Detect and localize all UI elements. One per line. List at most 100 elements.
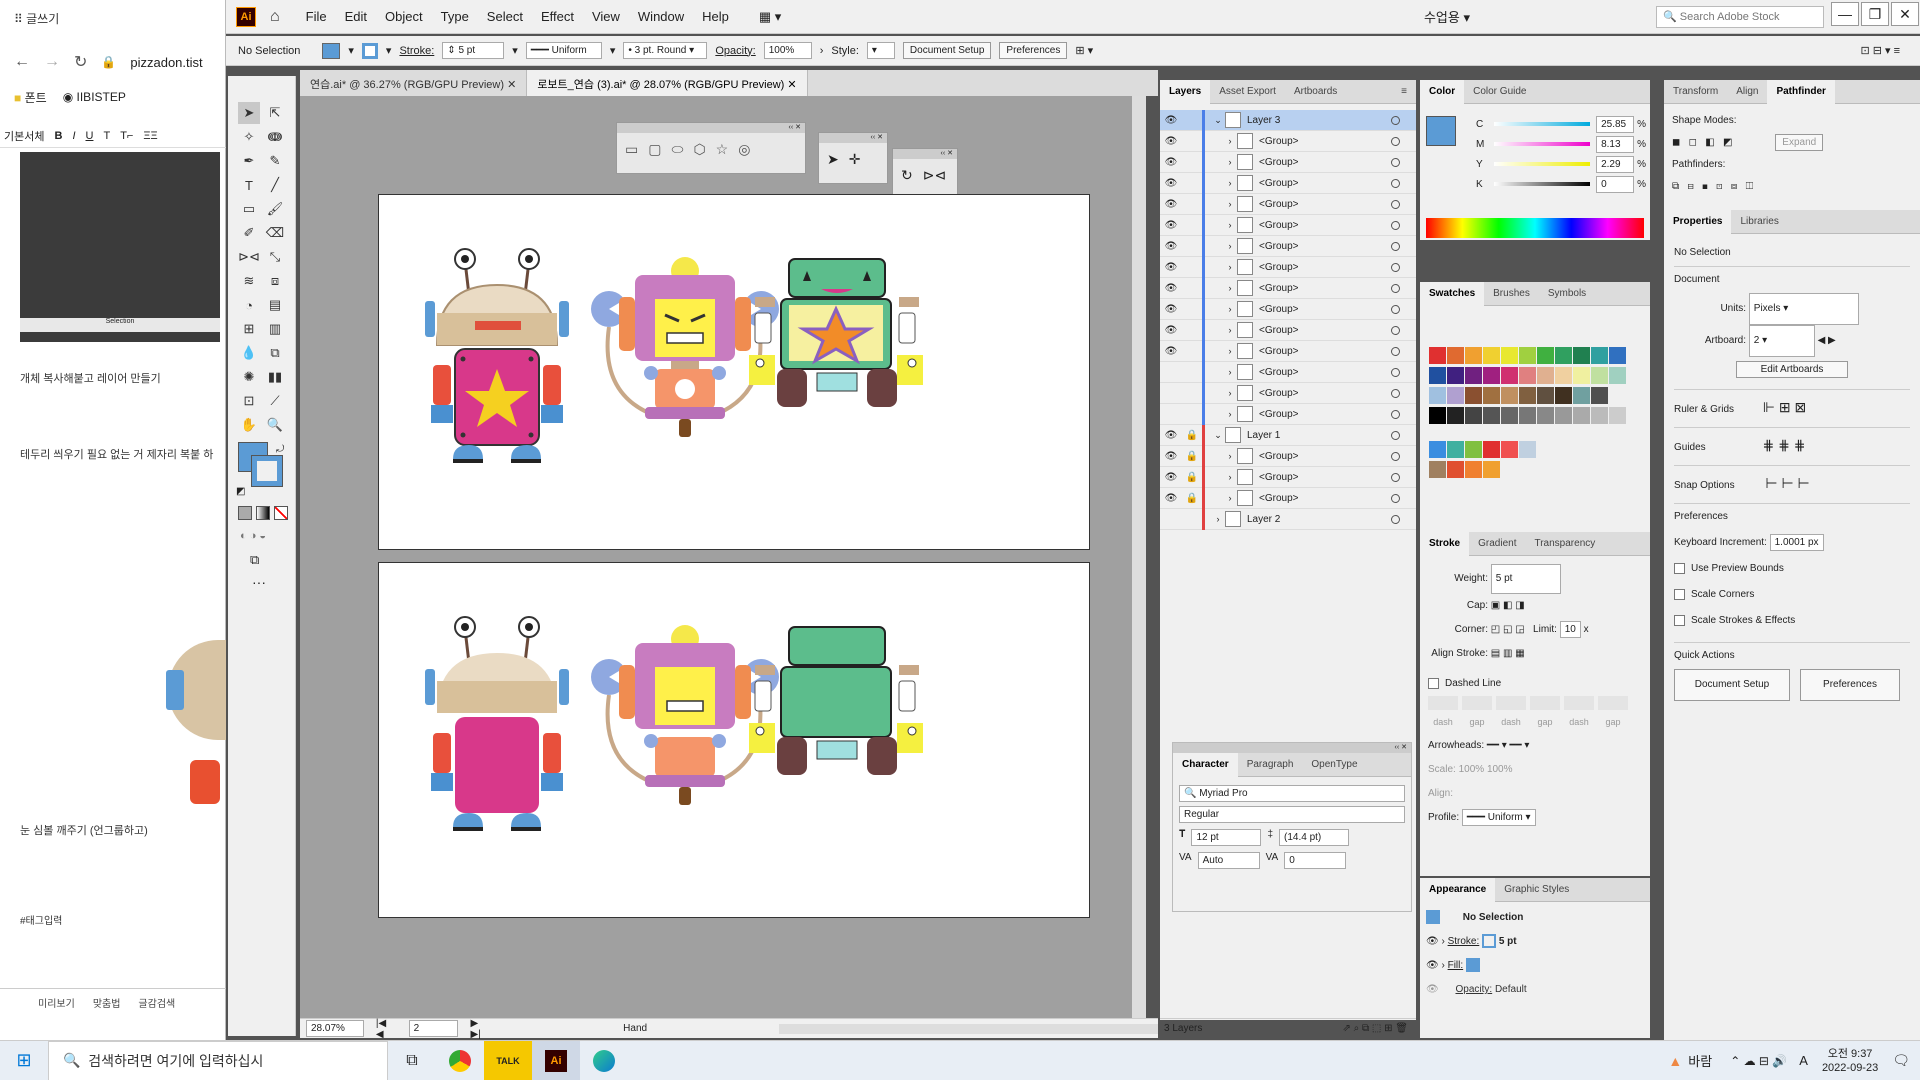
- tab-align[interactable]: Align: [1727, 80, 1767, 104]
- layer-row[interactable]: 👁 › <Group>: [1160, 214, 1416, 236]
- dashed-line-checkbox[interactable]: [1428, 677, 1439, 689]
- eye-icon[interactable]: 👁: [1426, 960, 1439, 971]
- underline-button[interactable]: U: [86, 130, 94, 142]
- chevron-icon[interactable]: ›: [1223, 304, 1237, 314]
- star-icon[interactable]: ☆: [716, 141, 729, 158]
- material-search-button[interactable]: 글감검색: [138, 995, 175, 1010]
- appearance-fill-swatch[interactable]: [1465, 958, 1480, 973]
- textcolor-button[interactable]: T⌐: [120, 130, 133, 142]
- swatch[interactable]: [1483, 387, 1500, 404]
- swatch-gray[interactable]: [1501, 407, 1518, 424]
- channel-slider[interactable]: [1494, 182, 1591, 186]
- swatch[interactable]: [1555, 367, 1572, 384]
- tab-appearance[interactable]: Appearance: [1420, 877, 1496, 902]
- layer-name[interactable]: <Group>: [1259, 220, 1298, 231]
- swatch[interactable]: [1447, 387, 1464, 404]
- swatch[interactable]: [1537, 387, 1554, 404]
- swatch-gray[interactable]: [1465, 407, 1482, 424]
- channel-value-field[interactable]: 8.13: [1596, 135, 1635, 153]
- document-setup-button[interactable]: Document Setup: [902, 42, 992, 59]
- layer-row[interactable]: › <Group>: [1160, 403, 1416, 425]
- quick-preferences-button[interactable]: Preferences: [1800, 669, 1900, 701]
- eye-icon[interactable]: 👁: [1160, 472, 1182, 483]
- layer-name[interactable]: <Group>: [1259, 262, 1298, 273]
- tab-libraries[interactable]: Libraries: [1731, 210, 1787, 234]
- swatch-gray[interactable]: [1483, 407, 1500, 424]
- tag-input[interactable]: #태그입력: [20, 912, 62, 927]
- none-mode-icon[interactable]: [274, 506, 288, 520]
- back-icon[interactable]: ←: [14, 53, 30, 71]
- more-tools-icon[interactable]: ···: [252, 574, 266, 590]
- channel-slider[interactable]: [1494, 162, 1591, 166]
- swatch[interactable]: [1501, 367, 1518, 384]
- shaper-icon[interactable]: ✐: [238, 222, 260, 244]
- eye-icon[interactable]: 👁: [1160, 430, 1182, 441]
- eye-icon[interactable]: 👁: [1160, 346, 1182, 357]
- opacity-field[interactable]: 100%: [763, 42, 812, 59]
- swatch-gray[interactable]: [1519, 407, 1536, 424]
- swatch-group[interactable]: [1501, 441, 1518, 458]
- lock-icon[interactable]: 🔒: [1182, 451, 1202, 462]
- channel-slider[interactable]: [1494, 122, 1591, 126]
- layer-name[interactable]: <Group>: [1259, 409, 1298, 420]
- chrome-icon[interactable]: [436, 1041, 484, 1080]
- edge-icon[interactable]: [580, 1041, 628, 1080]
- chevron-icon[interactable]: ›: [1223, 178, 1237, 188]
- swatch-gray[interactable]: [1429, 407, 1446, 424]
- guides-icons[interactable]: ⋕ ⋕ ⋕: [1762, 437, 1805, 453]
- menu-effect[interactable]: Effect: [541, 9, 574, 24]
- channel-value-field[interactable]: 0: [1596, 175, 1635, 193]
- layer-row[interactable]: 👁 › <Group>: [1160, 193, 1416, 215]
- appearance-stroke-swatch[interactable]: [1482, 934, 1497, 949]
- post-line[interactable]: 눈 심볼 깨주기 (언그룹하고): [20, 822, 148, 838]
- tracking-field[interactable]: 0: [1284, 852, 1347, 869]
- layer-name[interactable]: <Group>: [1259, 178, 1298, 189]
- eye-icon[interactable]: 👁: [1426, 984, 1439, 995]
- post-line[interactable]: 테두리 씌우기 필요 없는 거 제자리 복붙 하: [20, 446, 213, 462]
- clock[interactable]: 오전 9:37 2022-09-23: [1822, 1047, 1878, 1075]
- tab-pathfinder[interactable]: Pathfinder: [1767, 79, 1835, 104]
- swatch[interactable]: [1429, 387, 1446, 404]
- menu-help[interactable]: Help: [702, 9, 729, 24]
- preferences-button[interactable]: Preferences: [999, 42, 1068, 59]
- eye-icon[interactable]: 👁: [1160, 325, 1182, 336]
- align-icons[interactable]: ⊡ ⊟ ▾ ≡: [1860, 44, 1900, 57]
- tab-character[interactable]: Character: [1173, 752, 1238, 777]
- artboard-nav-icons[interactable]: ▶ ▶|: [470, 1018, 491, 1040]
- swatch-group[interactable]: [1483, 461, 1500, 478]
- magic-wand-icon[interactable]: ✧: [238, 126, 260, 148]
- artboard-select[interactable]: 2 ▾: [1748, 325, 1815, 357]
- arrange-icon[interactable]: ⊞ ▾: [1075, 44, 1093, 57]
- eye-icon[interactable]: 👁: [1160, 493, 1182, 504]
- free-transform-icon[interactable]: ⧈: [264, 270, 286, 292]
- reflect-icon[interactable]: ⊳⊲: [238, 246, 260, 268]
- layer-row[interactable]: 👁 › <Group>: [1160, 256, 1416, 278]
- layer-name[interactable]: <Group>: [1259, 304, 1298, 315]
- edit-artboards-button[interactable]: Edit Artboards: [1735, 361, 1849, 378]
- stroke-weight-field[interactable]: ⇕ 5 pt: [442, 42, 505, 59]
- swatch[interactable]: [1447, 347, 1464, 364]
- weather-icon[interactable]: ▲: [1668, 1053, 1682, 1069]
- tab-stroke[interactable]: Stroke: [1420, 531, 1470, 556]
- chevron-icon[interactable]: ›: [1223, 409, 1237, 419]
- chevron-icon[interactable]: ›: [1223, 262, 1237, 272]
- expand-button[interactable]: Expand: [1775, 134, 1824, 151]
- layer-row[interactable]: › Layer 2: [1160, 508, 1416, 530]
- layer-row[interactable]: 👁 › <Group>: [1160, 130, 1416, 152]
- menu-type[interactable]: Type: [441, 9, 469, 24]
- hand-tool-icon[interactable]: ✋: [238, 414, 260, 436]
- spectrum-bar[interactable]: [1426, 218, 1644, 238]
- arrowhead-start-select[interactable]: ━━ ▾: [1487, 740, 1507, 751]
- notification-icon[interactable]: 🗨: [1892, 1052, 1910, 1069]
- gradient-icon[interactable]: ▥: [264, 318, 286, 340]
- tab-graphic-styles[interactable]: Graphic Styles: [1495, 878, 1578, 902]
- kerning-field[interactable]: Auto: [1197, 852, 1260, 869]
- maximize-button[interactable]: ❐: [1861, 2, 1889, 26]
- swatch[interactable]: [1483, 367, 1500, 384]
- layer-row[interactable]: › <Group>: [1160, 382, 1416, 404]
- chevron-icon[interactable]: ›: [1223, 283, 1237, 293]
- stroke-swatch[interactable]: [361, 42, 378, 59]
- eraser-icon[interactable]: ⌫: [264, 222, 286, 244]
- layer-name[interactable]: <Group>: [1259, 136, 1298, 147]
- preview-button[interactable]: 미리보기: [38, 995, 75, 1010]
